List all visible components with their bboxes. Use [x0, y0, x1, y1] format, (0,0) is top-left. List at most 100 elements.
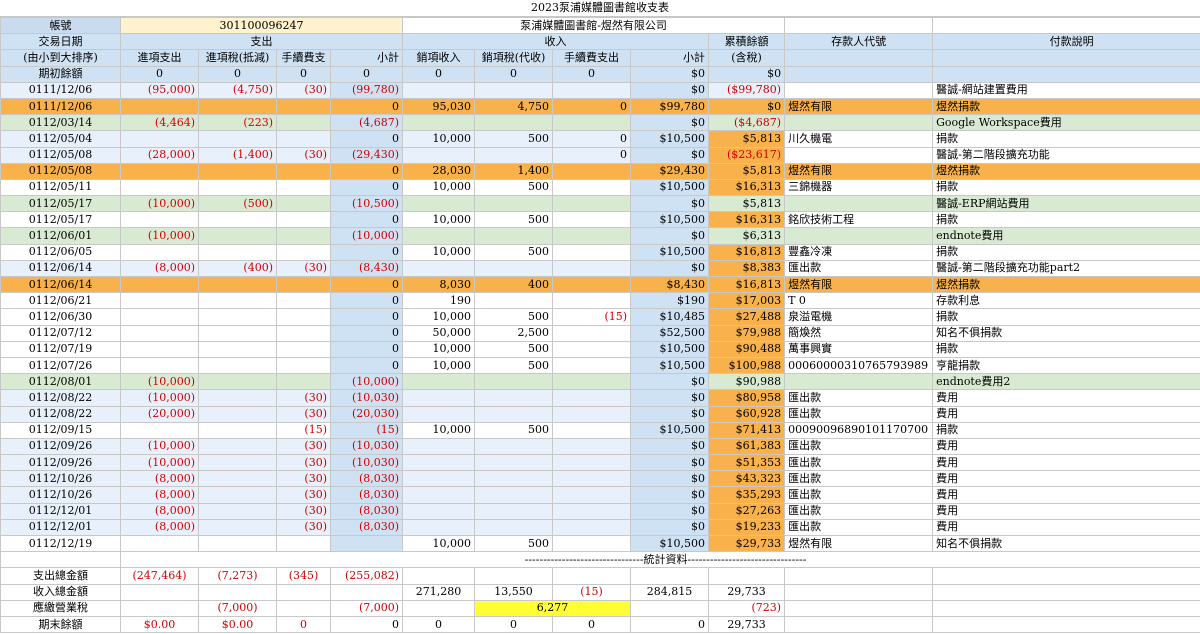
cell[interactable]: 1,400 [474, 162, 554, 180]
cell[interactable]: (15) [552, 583, 632, 601]
cell[interactable]: $10,500 [630, 211, 710, 229]
date-cell[interactable]: 0112/05/11 [0, 178, 121, 197]
cell[interactable]: (30) [276, 259, 331, 278]
balance-cell[interactable]: $61,383 [708, 437, 786, 456]
cell[interactable]: (20,030) [329, 405, 404, 423]
cell[interactable]: (8,430) [329, 259, 404, 278]
cell[interactable]: (500) [198, 195, 277, 213]
cell[interactable]: $0 [630, 81, 710, 99]
cell[interactable]: 0 [329, 340, 404, 358]
cell[interactable]: 匯出款 [784, 470, 934, 488]
cell[interactable]: 4,750 [474, 97, 554, 116]
cell[interactable] [198, 470, 277, 488]
note-cell[interactable]: 捐款 [932, 178, 1200, 197]
cell[interactable] [198, 534, 277, 553]
cell[interactable]: 匯出款 [784, 502, 934, 520]
cell[interactable]: (7,000) [329, 599, 404, 617]
date-cell[interactable]: 0112/08/22 [0, 405, 121, 423]
cell[interactable]: (723) [708, 599, 786, 617]
cell[interactable]: (8,000) [120, 486, 199, 504]
cell[interactable]: 匯出款 [784, 518, 934, 537]
cell[interactable] [784, 373, 934, 391]
date-cell[interactable]: 0112/06/14 [0, 275, 121, 294]
balance-cell[interactable]: $80,958 [708, 389, 786, 407]
balance-cell[interactable]: $51,353 [708, 454, 786, 472]
cell[interactable] [198, 389, 277, 407]
balance-cell[interactable]: $27,488 [708, 308, 786, 326]
note-cell[interactable]: 捐款 [932, 243, 1200, 261]
cell[interactable]: 500 [474, 130, 554, 148]
cell[interactable] [784, 146, 934, 164]
cell[interactable]: 500 [474, 340, 554, 358]
balance-cell[interactable]: $43,323 [708, 470, 786, 488]
cell[interactable] [276, 340, 331, 358]
cell[interactable] [198, 308, 277, 326]
cell[interactable]: $0 [708, 65, 786, 83]
cell[interactable]: $0 [630, 454, 710, 472]
cell[interactable]: $0.00 [198, 615, 277, 634]
cell[interactable]: 10,000 [402, 130, 476, 148]
cell[interactable] [474, 389, 554, 407]
cell[interactable]: (28,000) [120, 146, 199, 164]
cell[interactable]: $52,500 [630, 324, 710, 342]
cell[interactable] [120, 292, 199, 310]
cell[interactable]: (8,030) [329, 518, 404, 537]
date-cell[interactable]: 0112/05/08 [0, 162, 121, 180]
cell[interactable] [198, 437, 277, 456]
cell[interactable]: $10,500 [630, 178, 710, 197]
balance-cell[interactable]: $100,988 [708, 356, 786, 375]
cell[interactable]: $10,500 [630, 421, 710, 439]
cell[interactable]: 400 [474, 275, 554, 294]
balance-cell[interactable]: $60,928 [708, 405, 786, 423]
cell[interactable] [120, 421, 199, 439]
cell[interactable]: (95,000) [120, 81, 199, 99]
cell[interactable] [402, 227, 476, 245]
cell[interactable]: 10,000 [402, 178, 476, 197]
cell[interactable] [474, 502, 554, 520]
cell[interactable]: 10,000 [402, 421, 476, 439]
balance-cell[interactable]: $90,988 [708, 373, 786, 391]
note-cell[interactable]: 醫誠-第二階段擴充功能 [932, 146, 1200, 164]
cell[interactable] [552, 275, 632, 294]
cell[interactable]: 2,500 [474, 324, 554, 342]
cell[interactable] [198, 340, 277, 358]
cell[interactable]: (30) [276, 470, 331, 488]
cell[interactable]: (30) [276, 437, 331, 456]
cell[interactable]: (1,400) [198, 146, 277, 164]
cell[interactable] [198, 324, 277, 342]
cell[interactable]: 0 [276, 65, 331, 83]
balance-cell[interactable]: $0 [708, 97, 786, 116]
cell[interactable]: 0 [552, 130, 632, 148]
cell[interactable] [552, 227, 632, 245]
cell[interactable]: 0 [329, 65, 404, 83]
cell[interactable] [276, 162, 331, 180]
note-cell[interactable]: 煜然捐款 [932, 275, 1200, 294]
cell[interactable]: 50,000 [402, 324, 476, 342]
cell[interactable]: (15) [552, 308, 632, 326]
cell[interactable]: 95,030 [402, 97, 476, 116]
balance-cell[interactable]: $5,813 [708, 162, 786, 180]
account-number[interactable]: 301100096247 [119, 16, 404, 35]
cell[interactable]: $29,430 [630, 162, 710, 180]
note-cell[interactable]: 醫誠-第二階段擴充功能part2 [932, 259, 1200, 278]
balance-cell[interactable]: $90,488 [708, 340, 786, 358]
cell[interactable]: $0 [630, 518, 710, 537]
cell[interactable] [120, 534, 199, 553]
cell[interactable] [198, 227, 277, 245]
cell[interactable]: (8,000) [120, 470, 199, 488]
cell[interactable]: 0 [402, 615, 476, 634]
cell[interactable]: 0 [120, 65, 199, 83]
date-cell[interactable]: 0112/09/26 [0, 454, 121, 472]
note-cell[interactable]: 費用 [932, 502, 1200, 520]
balance-cell[interactable]: $6,313 [708, 227, 786, 245]
cell[interactable]: 銘欣技術工程 [784, 211, 934, 229]
cell[interactable] [198, 275, 277, 294]
cell[interactable]: 萬事興實 [784, 340, 934, 358]
cell[interactable]: 500 [474, 421, 554, 439]
cell[interactable]: (10,030) [329, 389, 404, 407]
note-cell[interactable]: 亨龍捐款 [932, 356, 1200, 375]
cell[interactable]: 284,815 [630, 583, 710, 601]
date-cell[interactable]: 0112/06/30 [0, 308, 121, 326]
cell[interactable]: (247,464) [120, 567, 199, 585]
cell[interactable]: 500 [474, 534, 554, 553]
